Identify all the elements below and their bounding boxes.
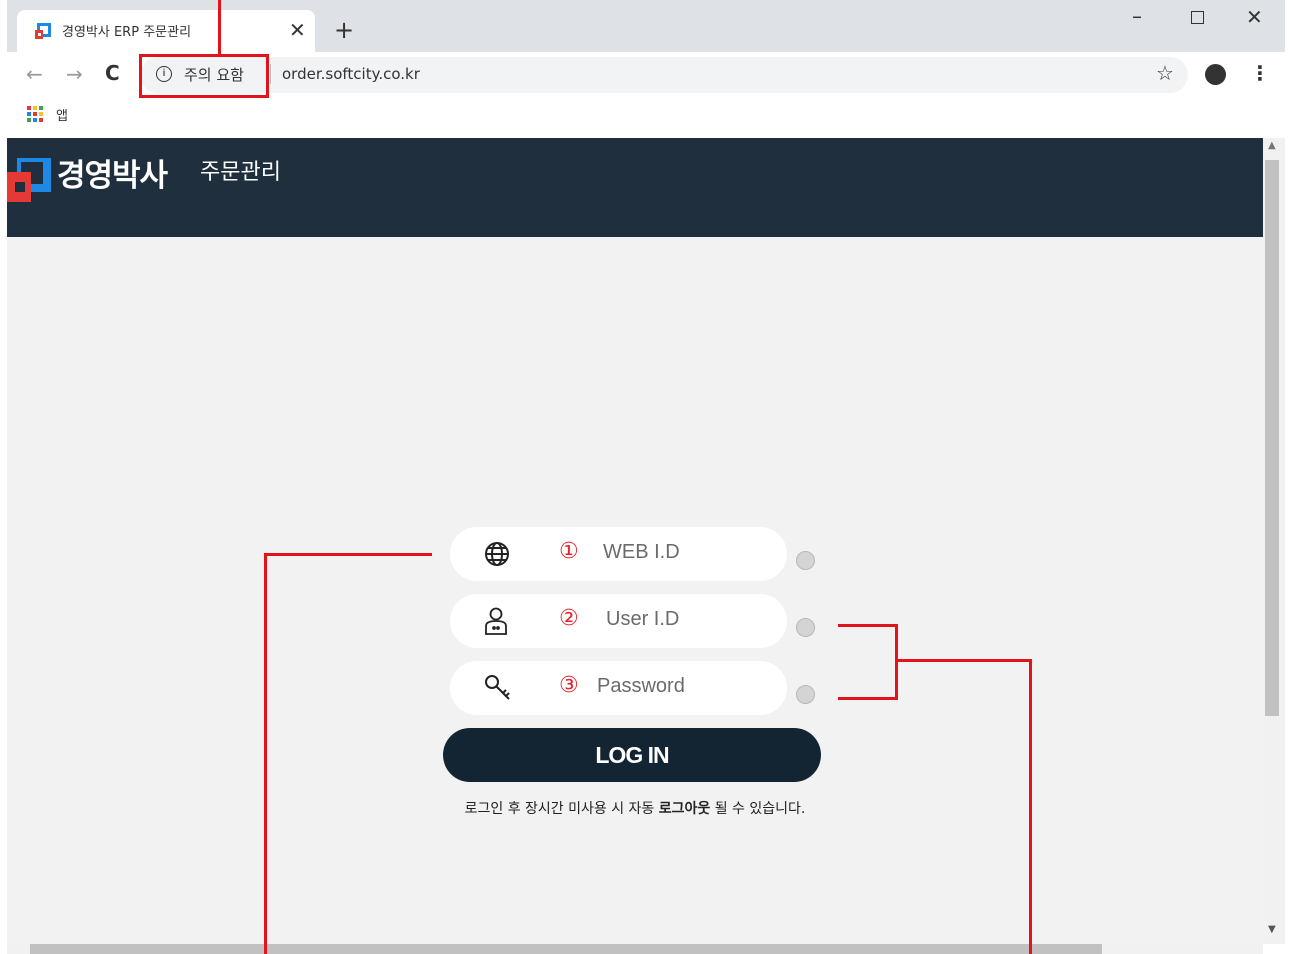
vertical-scroll-thumb[interactable] <box>1265 160 1279 716</box>
field-number: ② <box>559 606 579 631</box>
annotation-line <box>264 553 267 954</box>
annotation-line <box>895 624 898 700</box>
tab-title: 경영박사 ERP 주문관리 <box>62 25 192 40</box>
new-tab-icon[interactable]: + <box>334 18 354 42</box>
apps-label[interactable]: 앱 <box>56 105 68 124</box>
logout-notice: 로그인 후 장시간 미사용 시 자동 로그아웃 될 수 있습니다. <box>7 798 1263 818</box>
user-id-field[interactable]: ② User I.D <box>450 594 787 648</box>
url-text[interactable]: order.softcity.co.kr <box>282 65 420 83</box>
minimize-icon[interactable]: – <box>1132 6 1142 26</box>
address-divider <box>270 64 271 84</box>
tab-close-icon[interactable]: ✕ <box>289 20 306 40</box>
security-label-highlight <box>139 54 269 98</box>
globe-icon <box>483 540 511 572</box>
password-indicator <box>796 685 815 704</box>
key-icon <box>483 673 513 707</box>
scroll-down-icon[interactable]: ▼ <box>1268 924 1276 935</box>
web-id-field[interactable]: ① WEB I.D <box>450 527 787 581</box>
annotation-line <box>838 624 898 627</box>
maximize-icon[interactable] <box>1191 11 1204 24</box>
annotation-line <box>1029 659 1032 954</box>
logo-sub: 주문관리 <box>200 160 281 185</box>
star-icon[interactable]: ☆ <box>1156 63 1174 83</box>
account-icon[interactable] <box>1205 64 1226 85</box>
bookmarks-bar <box>7 98 1285 139</box>
annotation-line <box>264 553 432 556</box>
apps-icon[interactable] <box>27 106 43 122</box>
field-number: ① <box>559 539 579 564</box>
annotation-line <box>218 0 221 54</box>
user-id-indicator <box>796 618 815 637</box>
menu-icon[interactable]: ⋮ <box>1250 63 1270 83</box>
web-id-indicator <box>796 551 815 570</box>
horizontal-scroll-thumb[interactable] <box>30 944 1102 954</box>
reload-icon[interactable]: C <box>105 63 120 83</box>
login-button[interactable]: LOG IN <box>443 728 821 782</box>
field-number: ③ <box>559 673 579 698</box>
site-header: 경영박사 주문관리 <box>7 138 1263 237</box>
page-viewport: 경영박사 주문관리 ① WEB I.D ② User I.D ③ Passwor… <box>7 138 1263 944</box>
web-id-placeholder: WEB I.D <box>603 541 680 563</box>
password-placeholder: Password <box>597 675 685 697</box>
favicon <box>34 22 52 40</box>
notice-text: 로그인 후 장시간 미사용 시 자동 <box>464 801 659 817</box>
close-window-icon[interactable]: ✕ <box>1246 7 1263 27</box>
annotation-line <box>838 697 898 700</box>
user-icon <box>483 606 509 640</box>
scroll-up-icon[interactable]: ▲ <box>1268 140 1276 151</box>
back-icon[interactable]: ← <box>26 64 43 84</box>
user-id-placeholder: User I.D <box>606 608 680 630</box>
logo-icon <box>7 158 51 202</box>
annotation-line <box>895 659 1032 662</box>
notice-bold: 로그아웃 <box>658 801 711 817</box>
notice-text-end: 될 수 있습니다. <box>710 801 806 817</box>
password-field[interactable]: ③ Password <box>450 661 787 715</box>
logo-main: 경영박사 <box>57 158 168 194</box>
forward-icon[interactable]: → <box>66 64 83 84</box>
